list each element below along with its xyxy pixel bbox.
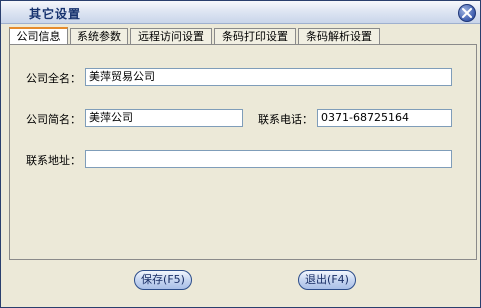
address-field[interactable]: [85, 150, 452, 168]
phone-field[interactable]: 0371-68725164: [317, 109, 452, 127]
company-info-panel: 公司全名： 美萍贸易公司 公司简名： 美萍公司 联系电话： 0371-68725…: [9, 44, 477, 260]
company-full-name-label: 公司全名：: [26, 72, 81, 85]
tab-remote-access[interactable]: 远程访问设置: [130, 28, 212, 44]
tab-barcode-parse[interactable]: 条码解析设置: [298, 28, 380, 44]
window-title: 其它设置: [29, 7, 82, 21]
save-button[interactable]: 保存(F5): [134, 270, 192, 290]
settings-dialog: 其它设置 公司信息 系统参数 远程访问设置 条码打印设置 条码解析设置 公司全名…: [0, 0, 481, 308]
tab-barcode-print[interactable]: 条码打印设置: [214, 28, 296, 44]
company-short-name-field[interactable]: 美萍公司: [85, 109, 243, 127]
close-button[interactable]: [458, 4, 476, 22]
exit-button[interactable]: 退出(F4): [298, 270, 356, 290]
close-icon: [462, 8, 472, 18]
company-short-name-label: 公司简名：: [26, 113, 81, 126]
title-bar[interactable]: 其它设置: [1, 1, 480, 24]
company-full-name-field[interactable]: 美萍贸易公司: [85, 68, 452, 86]
address-label: 联系地址：: [26, 154, 81, 167]
phone-label: 联系电话：: [258, 113, 313, 126]
tab-system-params[interactable]: 系统参数: [70, 28, 128, 44]
